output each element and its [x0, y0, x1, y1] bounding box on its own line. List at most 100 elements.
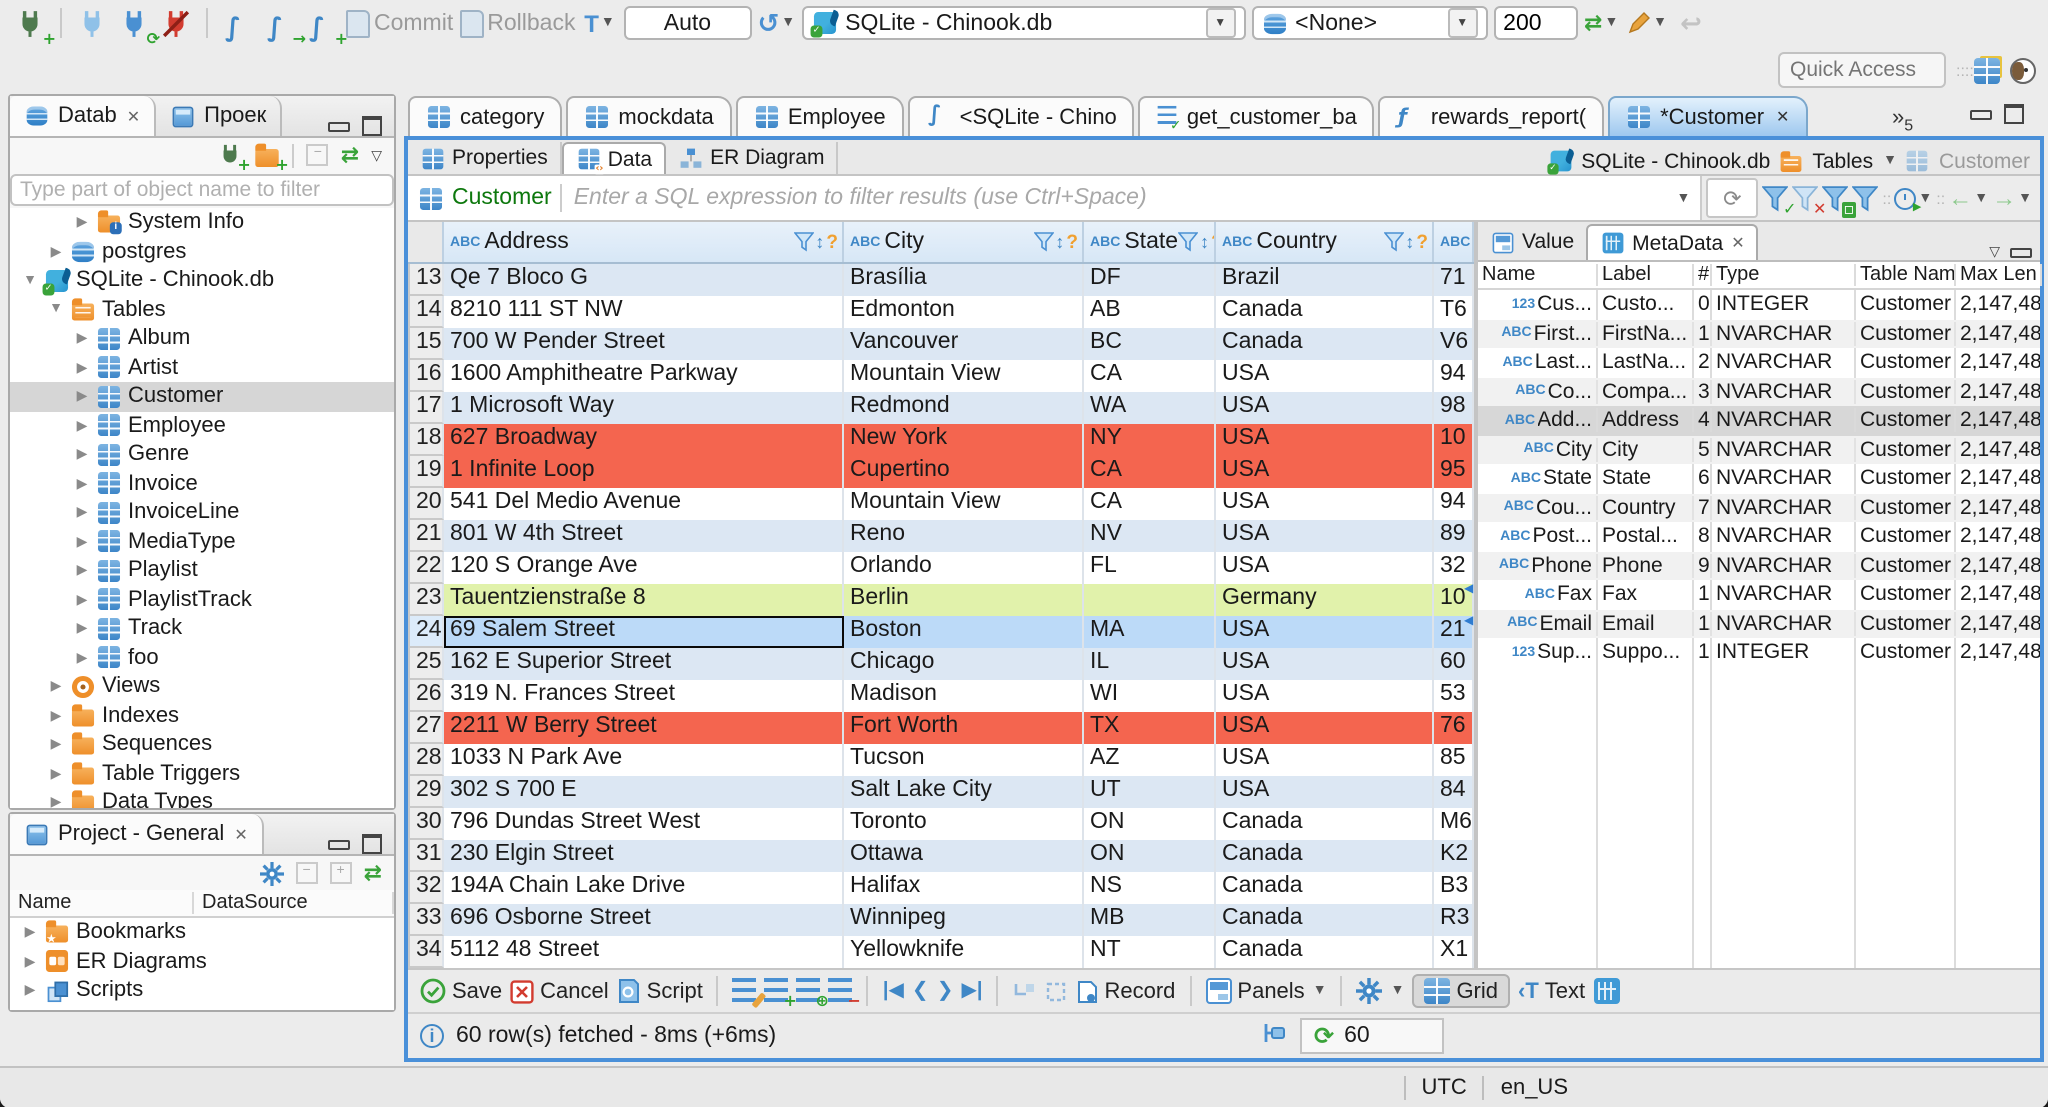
collapse-all-icon[interactable]: − — [295, 862, 318, 884]
new-folder-icon[interactable]: + — [255, 142, 289, 172]
fetch-next-segment-icon[interactable] — [1012, 979, 1036, 1003]
connect-icon[interactable] — [74, 5, 110, 41]
row-number[interactable]: 15 — [408, 328, 444, 360]
cell-state[interactable]: ON — [1084, 808, 1216, 840]
metadata-row[interactable]: ABCFax Fax 10 NVARCHAR Customer 2,147,48… — [1478, 580, 2040, 609]
cell-address[interactable]: 302 S 700 E — [444, 776, 844, 808]
cell-state[interactable]: CA — [1084, 360, 1216, 392]
table-row[interactable]: 23 Tauentzienstraße 8 Berlin Germany 10 — [408, 584, 1474, 616]
custom-filter-icon[interactable] — [1852, 185, 1879, 211]
row-number[interactable]: 16 — [408, 360, 444, 392]
transaction-mode-icon[interactable]: T ▼ — [581, 5, 617, 41]
cell-city[interactable]: Madison — [844, 680, 1084, 712]
table-row[interactable]: 15 700 W Pender Street Vancouver BC Cana… — [408, 328, 1474, 360]
tree-item[interactable]: ▶ Scripts — [10, 976, 394, 1005]
cell-state[interactable]: NS — [1084, 872, 1216, 904]
sql-filter-field[interactable]: Customer ▼ — [408, 176, 1703, 220]
view-menu-icon[interactable]: ▽ — [1989, 244, 2000, 260]
tree-item[interactable]: ▶ PlaylistTrack — [10, 585, 394, 614]
cell-postalcode[interactable]: 60 — [1434, 648, 1474, 680]
cell-country[interactable]: USA — [1216, 744, 1434, 776]
cell-address[interactable]: 1 Microsoft Way — [444, 392, 844, 424]
cell-postalcode[interactable]: K2 — [1434, 840, 1474, 872]
chevron-down-icon[interactable]: ▼ — [1677, 191, 1691, 205]
maximize-icon[interactable] — [362, 834, 382, 854]
commit-button[interactable]: Commit — [346, 5, 453, 41]
reconnect-icon[interactable]: ⟳ — [116, 5, 160, 46]
cell-country[interactable]: USA — [1216, 360, 1434, 392]
metadata-row[interactable]: ABC Cou... Country 7 NVARCHAR Customer 2,… — [1478, 493, 2040, 522]
metadata-row[interactable]: ABC City City 5 NVARCHAR Customer 2,147,4… — [1478, 435, 2040, 464]
cell-postalcode[interactable]: B3 — [1434, 872, 1474, 904]
tree-arrow-icon[interactable]: ▶ — [74, 650, 90, 666]
metadata-row[interactable]: 123Sup... Suppo... 12 INTEGER Customer 2… — [1478, 638, 2040, 667]
cell-postalcode[interactable]: 84 — [1434, 776, 1474, 808]
filter-hint-icon[interactable]: ? — [826, 231, 838, 253]
tree-item[interactable]: ▼ SQLite - Chinook.db — [10, 266, 394, 295]
new-connection-icon[interactable]: + — [12, 5, 56, 46]
add-row-icon[interactable]: + — [764, 978, 797, 1009]
cell-state[interactable]: TX — [1084, 712, 1216, 744]
table-row[interactable]: 18 627 Broadway New York NY USA 10 — [408, 424, 1474, 456]
link-with-editor-icon[interactable]: ⇄ — [364, 860, 382, 886]
previous-row-icon[interactable]: ❮ — [912, 980, 929, 1002]
metadata-row[interactable]: ABC Post... Postal... 8 NVARCHAR Customer… — [1478, 522, 2040, 551]
cell-city[interactable]: Winnipeg — [844, 904, 1084, 936]
cell-country[interactable]: USA — [1216, 616, 1434, 648]
row-number[interactable]: 21 — [408, 520, 444, 552]
cell-address[interactable]: 2211 W Berry Street — [444, 712, 844, 744]
tree-item[interactable]: ▶ Employee — [10, 411, 394, 440]
tree-arrow-icon[interactable]: ▶ — [74, 360, 90, 376]
sort-icon[interactable]: ↕ — [1405, 232, 1414, 252]
row-number[interactable]: 28 — [408, 744, 444, 776]
cell-country[interactable]: USA — [1216, 680, 1434, 712]
cell-city[interactable]: Edmonton — [844, 296, 1084, 328]
delete-row-icon[interactable]: − — [828, 978, 861, 1009]
script-button[interactable]: Script — [617, 978, 703, 1004]
quick-access-input[interactable] — [1778, 52, 1946, 88]
column-header[interactable]: ABC Address ↕ ? — [444, 222, 844, 262]
transaction-auto-combo[interactable]: Auto — [623, 6, 752, 40]
cell-address[interactable]: 230 Elgin Street — [444, 840, 844, 872]
tree-arrow-icon[interactable]: ▶ — [74, 534, 90, 550]
table-row[interactable]: 13 Qe 7 Bloco G Brasília DF Brazil 71 — [408, 264, 1474, 296]
close-icon[interactable]: ✕ — [127, 107, 140, 125]
tree-arrow-icon[interactable]: ▶ — [48, 795, 64, 809]
cell-address[interactable]: 319 N. Frances Street — [444, 680, 844, 712]
cell-state[interactable]: NV — [1084, 520, 1216, 552]
cell-address[interactable]: Tauentzienstraße 8 — [444, 584, 844, 616]
tree-item[interactable]: ▶ System Info — [10, 208, 394, 237]
metadata-row[interactable]: ABC State State 6 NVARCHAR Customer 2,147… — [1478, 464, 2040, 493]
cell-state[interactable]: FL — [1084, 552, 1216, 584]
cell-city[interactable]: Brasília — [844, 264, 1084, 296]
tree-item[interactable]: ▶ Views — [10, 672, 394, 701]
connection-combo[interactable]: SQLite - Chinook.db ▼ — [801, 6, 1246, 40]
tree-arrow-icon[interactable]: ▶ — [74, 389, 90, 405]
column-header[interactable]: ABC City ↕ ? — [844, 222, 1084, 262]
row-number[interactable]: 18 — [408, 424, 444, 456]
cell-address[interactable]: 8210 111 ST NW — [444, 296, 844, 328]
fetch-size-input[interactable] — [1493, 6, 1578, 40]
column-header[interactable]: ABC Country ↕ ? — [1216, 222, 1434, 262]
chevron-down-icon[interactable]: ▼ — [1447, 8, 1478, 38]
tree-item[interactable]: ▶ Bookmarks — [10, 918, 394, 947]
cell-city[interactable]: Yellowknife — [844, 936, 1084, 968]
table-row[interactable]: 30 796 Dundas Street West Toronto ON Can… — [408, 808, 1474, 840]
tree-item[interactable]: ▶ Artist — [10, 353, 394, 382]
cell-address[interactable]: 1 Infinite Loop — [444, 456, 844, 488]
auto-refresh-control[interactable]: ⟳ 60 — [1300, 1018, 1444, 1054]
tab-overflow-indicator[interactable]: »5 — [1884, 98, 1921, 134]
table-row[interactable]: 29 302 S 700 E Salt Lake City UT USA 84 — [408, 776, 1474, 808]
cell-city[interactable]: Redmond — [844, 392, 1084, 424]
tree-item[interactable]: ▶ Sequences — [10, 730, 394, 759]
cell-state[interactable]: UT — [1084, 776, 1216, 808]
tree-arrow-icon[interactable]: ▶ — [74, 592, 90, 608]
row-number[interactable]: 17 — [408, 392, 444, 424]
row-number[interactable]: 24 — [408, 616, 444, 648]
cell-address[interactable]: 194A Chain Lake Drive — [444, 872, 844, 904]
cell-country[interactable]: Canada — [1216, 872, 1434, 904]
table-row[interactable]: 27 2211 W Berry Street Fort Worth TX USA… — [408, 712, 1474, 744]
breadcrumb-connection[interactable]: SQLite - Chinook.db — [1581, 149, 1770, 173]
table-row[interactable]: 25 162 E Superior Street Chicago IL USA … — [408, 648, 1474, 680]
first-row-icon[interactable]: |◀ — [883, 980, 904, 1002]
